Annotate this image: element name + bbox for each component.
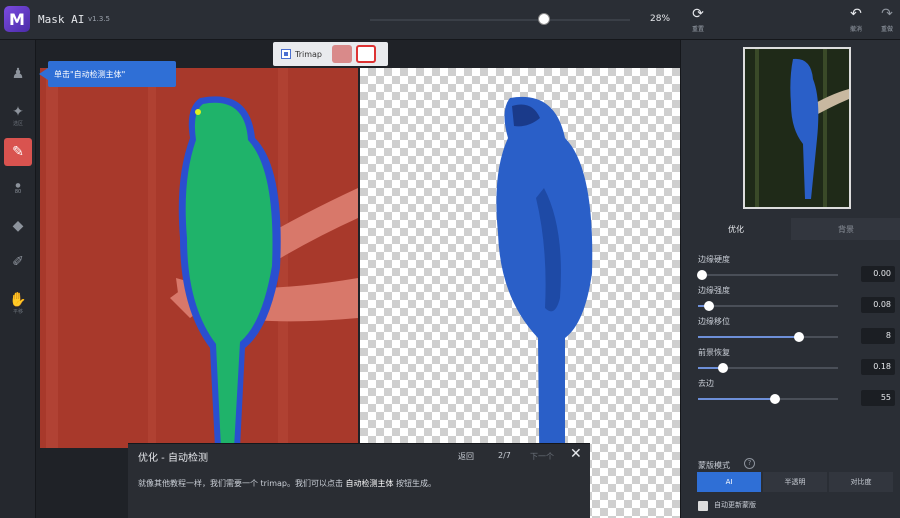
reset-button[interactable]: ⟳ 重置	[681, 6, 715, 36]
slider-value[interactable]: 8	[861, 328, 895, 344]
slider-value[interactable]: 0.00	[861, 266, 895, 282]
brush-size-control[interactable]: ● 80	[4, 176, 32, 200]
trimap-view[interactable]	[40, 68, 358, 448]
brush-size-icon: ●	[15, 181, 21, 189]
mask-mode-title: 蒙版模式	[698, 461, 730, 470]
subject-tool[interactable]: ♟	[4, 60, 32, 88]
tab-optimize[interactable]: 优化	[681, 218, 791, 240]
slider-value[interactable]: 55	[861, 390, 895, 406]
mode-semitransparent-button[interactable]: 半透明	[763, 472, 827, 492]
undo-icon: ↶	[850, 6, 862, 22]
redo-label: 重做	[880, 26, 893, 33]
slider-track[interactable]	[698, 394, 838, 404]
reset-label: 重置	[691, 26, 704, 33]
slider-label: 边缘移位	[698, 317, 730, 326]
brush-tool[interactable]: ✎	[4, 138, 32, 166]
pen-tool[interactable]: ✐	[4, 248, 32, 276]
close-icon[interactable]: ✕	[570, 446, 582, 462]
subject-icon: ♟	[11, 66, 25, 82]
brush-icon: ✎	[12, 144, 24, 160]
trimap-image	[40, 68, 358, 448]
app-version: v1.3.5	[88, 15, 110, 23]
navigator-thumbnail[interactable]	[743, 47, 851, 209]
refresh-icon: ⟳	[692, 6, 704, 22]
brush-size-value: 80	[14, 188, 22, 195]
left-toolbar: ♟ ✦ 选区 ✎ ● 80 ◆ ✐ ✋ 平移	[0, 40, 36, 518]
fill-tool[interactable]: ◆	[4, 212, 32, 240]
tutorial-body: 就像其他教程一样，我们需要一个 trimap。我们可以点击 自动检测主体 按钮生…	[138, 478, 578, 489]
app-logo: M	[4, 6, 30, 32]
trimap-checkbox[interactable]	[281, 49, 291, 59]
undo-button[interactable]: ↶ 撤消	[839, 6, 873, 36]
auto-update-checkbox[interactable]	[698, 501, 708, 511]
slider-track[interactable]	[698, 363, 838, 373]
zoom-slider-knob[interactable]	[538, 13, 550, 25]
redo-icon: ↷	[881, 6, 893, 22]
top-bar: M Mask AI v1.3.5 28% ⟳ 重置 ↶ 撤消 ↷ 重做	[0, 0, 900, 40]
lifebuoy-icon[interactable]	[356, 45, 376, 63]
slider-knob[interactable]	[718, 363, 729, 373]
slider-label: 前景恢复	[698, 348, 730, 357]
tab-background[interactable]: 背景	[791, 218, 900, 240]
tutorial-title: 优化 - 自动检测	[138, 453, 208, 464]
hand-icon: ✋	[9, 292, 27, 308]
tutorial-body-pre: 就像其他教程一样，我们需要一个 trimap。我们可以点击	[138, 479, 346, 488]
slider-knob[interactable]	[697, 270, 708, 280]
trimap-label: Trimap	[295, 49, 322, 59]
hand-tool-label: 平移	[12, 309, 23, 315]
mode-contrast-button[interactable]: 对比度	[829, 472, 893, 492]
slider-label: 边缘强度	[698, 286, 730, 295]
slider-track[interactable]	[698, 332, 838, 342]
slider-label: 边缘硬度	[698, 255, 730, 264]
tutorial-body-post: 按钮生成。	[393, 479, 437, 488]
zoom-value: 28%	[650, 14, 671, 24]
tutorial-next-button[interactable]: 下一个	[530, 451, 554, 462]
slider-label: 去边	[698, 379, 714, 388]
tutorial-back-button[interactable]: 返回	[458, 451, 474, 462]
tutorial-body-highlight: 自动检测主体	[345, 479, 394, 488]
pen-icon: ✐	[12, 254, 24, 270]
overlay-view-button[interactable]	[332, 45, 352, 63]
thumbnail-image	[745, 49, 849, 207]
settings-panel: 优化 背景 边缘硬度 0.00 边缘强度 0.08 边缘移位 8 前景恢复 0.…	[680, 40, 900, 518]
app-name: Mask AI	[38, 13, 85, 26]
slider-track[interactable]	[697, 270, 838, 280]
fill-bucket-icon: ◆	[12, 218, 24, 234]
redo-button[interactable]: ↷ 重做	[870, 6, 900, 36]
undo-label: 撤消	[849, 26, 862, 33]
slider-knob[interactable]	[704, 301, 715, 311]
slider-knob[interactable]	[793, 332, 804, 342]
zoom-slider-track[interactable]	[370, 19, 630, 21]
slider-track[interactable]	[698, 301, 838, 311]
tutorial-panel: 优化 - 自动检测 返回 2/7 下一个 ✕ 就像其他教程一样，我们需要一个 t…	[128, 443, 590, 518]
help-icon[interactable]: ?	[744, 458, 755, 469]
wand-icon: ✦	[12, 104, 24, 120]
slider-value[interactable]: 0.18	[861, 359, 895, 375]
tutorial-page-indicator: 2/7	[498, 451, 511, 460]
slider-value[interactable]: 0.08	[861, 297, 895, 313]
view-toolbar: Trimap	[273, 42, 388, 66]
tutorial-callout: 单击"自动检测主体"	[39, 61, 176, 87]
mode-ai-button[interactable]: AI	[697, 472, 761, 492]
auto-update-label: 自动更新蒙版	[714, 501, 756, 509]
slider-knob[interactable]	[770, 394, 780, 404]
wand-tool-label: 选区	[12, 121, 23, 127]
